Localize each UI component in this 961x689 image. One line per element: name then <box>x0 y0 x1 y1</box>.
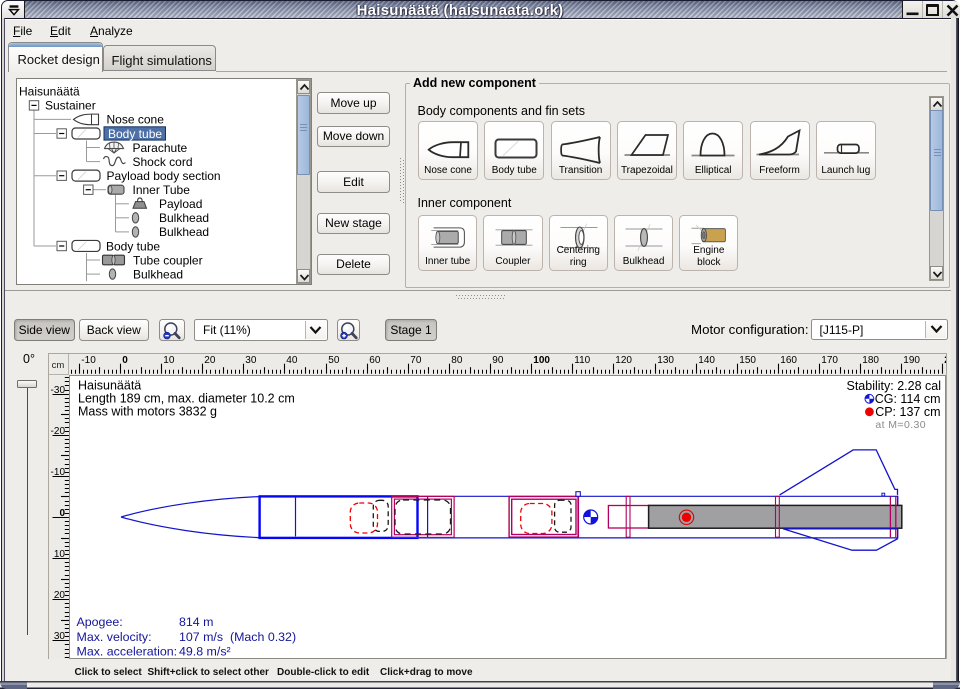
svg-text:Nose cone: Nose cone <box>107 113 165 127</box>
svg-text:30: 30 <box>53 630 65 641</box>
svg-text:Mass with motors 3832 g: Mass with motors 3832 g <box>78 405 217 419</box>
svg-text:Payload body section: Payload body section <box>107 169 221 183</box>
svg-text:10: 10 <box>163 354 175 365</box>
svg-text:Sustainer: Sustainer <box>45 99 96 113</box>
svg-text:Length 189 cm, max. diameter 1: Length 189 cm, max. diameter 10.2 cm <box>78 392 295 406</box>
svg-text:110: 110 <box>574 354 590 365</box>
svg-text:Bulkhead: Bulkhead <box>133 267 183 281</box>
svg-text:Bulkhead: Bulkhead <box>159 225 209 239</box>
svg-text:Tube coupler: Tube coupler <box>133 253 203 267</box>
svg-text:at M=0.30: at M=0.30 <box>875 419 926 431</box>
svg-text:50: 50 <box>328 354 340 365</box>
svg-text:200: 200 <box>944 354 946 365</box>
svg-text:190: 190 <box>903 354 920 365</box>
svg-text:0: 0 <box>122 354 128 365</box>
svg-text:10: 10 <box>53 548 65 559</box>
svg-text:-30: -30 <box>50 384 65 395</box>
svg-text:Haisunäätä: Haisunäätä <box>19 85 80 99</box>
svg-text:100: 100 <box>533 354 550 365</box>
svg-text:130: 130 <box>657 354 674 365</box>
svg-text:Stability: 2.28 cal: Stability: 2.28 cal <box>847 379 942 393</box>
svg-text:70: 70 <box>410 354 422 365</box>
svg-text:-20: -20 <box>50 425 65 436</box>
svg-text:107 m/s (Mach 0.32): 107 m/s (Mach 0.32) <box>179 630 296 644</box>
svg-text:170: 170 <box>821 354 838 365</box>
svg-text:20: 20 <box>204 354 216 365</box>
svg-text:-10: -10 <box>81 354 96 365</box>
svg-text:40: 40 <box>286 354 298 365</box>
svg-text:80: 80 <box>451 354 463 365</box>
svg-text:0: 0 <box>59 507 65 518</box>
svg-text:Apogee:: Apogee: <box>77 615 123 629</box>
svg-text:-10: -10 <box>50 466 65 477</box>
svg-text:Body tube: Body tube <box>106 239 160 253</box>
svg-text:CP: 137 cm: CP: 137 cm <box>875 405 940 419</box>
svg-text:49.8 m/s²: 49.8 m/s² <box>179 644 231 658</box>
svg-text:150: 150 <box>739 354 756 365</box>
svg-text:180: 180 <box>862 354 879 365</box>
svg-text:Payload: Payload <box>159 197 202 211</box>
svg-text:Body tube: Body tube <box>108 127 162 141</box>
svg-text:Parachute: Parachute <box>133 141 188 155</box>
svg-text:Max. acceleration:: Max. acceleration: <box>77 644 178 658</box>
svg-text:30: 30 <box>245 354 257 365</box>
svg-text:CG: 114 cm: CG: 114 cm <box>875 392 941 406</box>
svg-text:120: 120 <box>615 354 632 365</box>
svg-text:20: 20 <box>53 589 65 600</box>
svg-text:140: 140 <box>698 354 715 365</box>
svg-text:Max. velocity:: Max. velocity: <box>77 630 152 644</box>
svg-text:60: 60 <box>369 354 381 365</box>
svg-text:814 m: 814 m <box>179 615 213 629</box>
svg-text:Bulkhead: Bulkhead <box>159 211 209 225</box>
svg-text:Shock cord: Shock cord <box>133 155 193 169</box>
svg-text:160: 160 <box>780 354 797 365</box>
svg-text:Haisunäätä: Haisunäätä <box>78 379 141 393</box>
svg-text:Inner Tube: Inner Tube <box>133 183 191 197</box>
svg-text:90: 90 <box>492 354 504 365</box>
